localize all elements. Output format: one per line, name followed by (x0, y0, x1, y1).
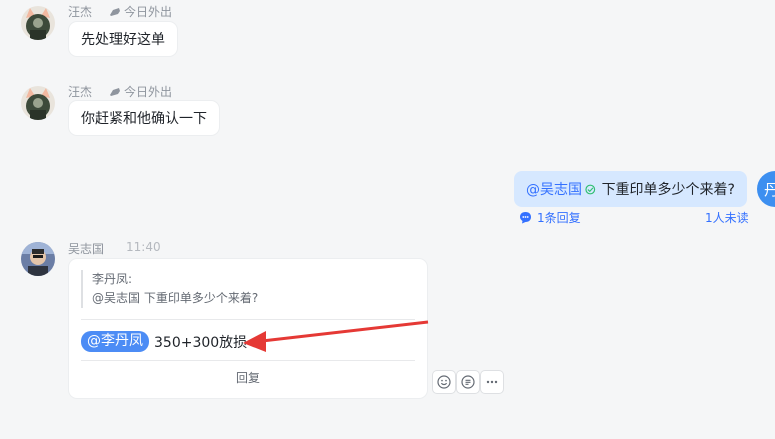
annotation-arrow (243, 320, 429, 352)
